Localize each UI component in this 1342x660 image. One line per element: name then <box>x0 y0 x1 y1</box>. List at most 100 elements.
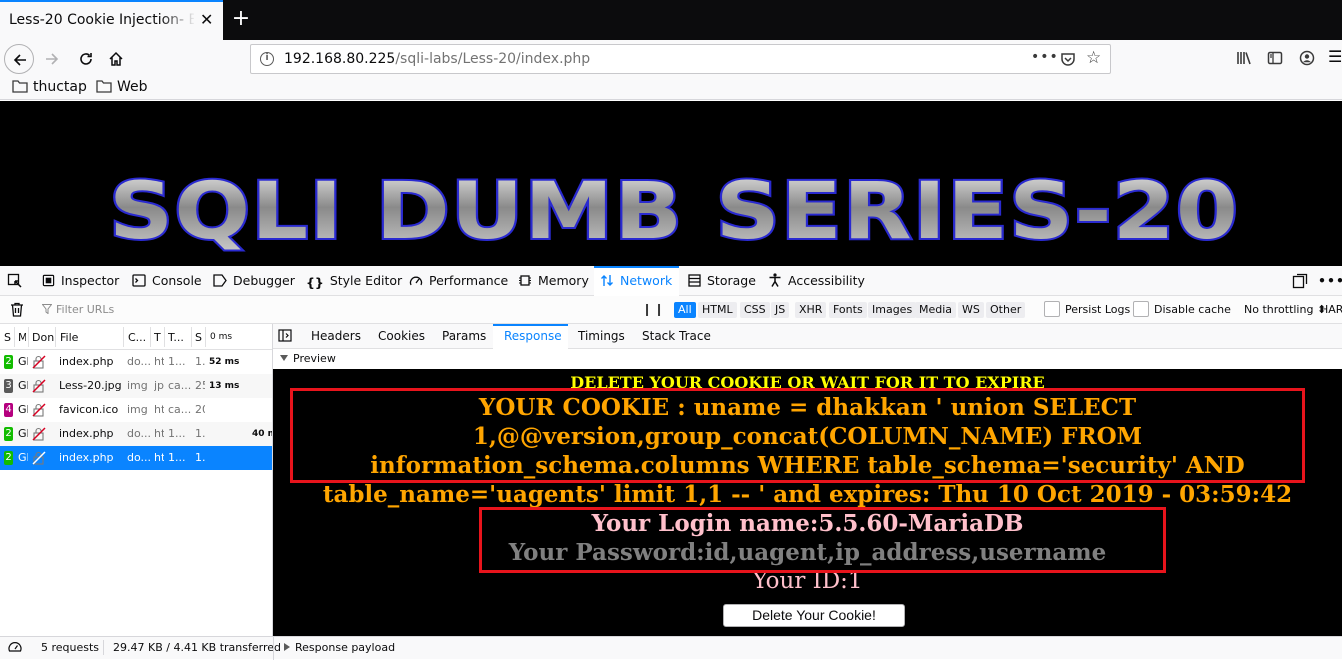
cell-type: ht <box>154 403 164 416</box>
insecure-connection-icon <box>32 427 46 441</box>
home-icon <box>109 51 123 66</box>
table-row[interactable]: 2 GI index.php do...ht 1... 1. 52 ms <box>0 350 272 374</box>
table-row[interactable]: 2 GI index.php do...ht 1... 1. <box>0 446 272 470</box>
tab-accessibility[interactable]: Accessibility <box>768 266 865 296</box>
details-tabs: Headers Cookies Params Response Timings … <box>273 324 1342 349</box>
column-waterfall[interactable]: 0 ms <box>210 332 232 342</box>
braces-icon: {} <box>306 275 324 290</box>
column-domain[interactable]: Don <box>32 331 54 344</box>
column-method[interactable]: M <box>18 331 26 344</box>
checkbox-box[interactable] <box>1133 301 1149 317</box>
tab-style-editor[interactable]: {} Style Editor <box>306 266 402 296</box>
pause-icon[interactable]: ❙❙ <box>642 302 666 316</box>
filter-media[interactable]: Media <box>915 302 957 318</box>
bookmark-folder-web[interactable]: Web <box>96 79 148 95</box>
tab-console[interactable]: Console <box>132 266 202 296</box>
filter-fonts[interactable]: Fonts <box>829 302 867 318</box>
column-divider <box>28 327 29 347</box>
filter-images[interactable]: Images <box>868 302 917 318</box>
response-preview: DELETE YOUR COOKIE OR WAIT FOR IT TO EXP… <box>273 369 1342 636</box>
sidebar-icon[interactable] <box>1267 50 1283 66</box>
transferred-summary: 29.47 KB / 4.41 KB transferred <box>113 641 281 654</box>
tab-stack-trace[interactable]: Stack Trace <box>642 324 711 349</box>
tab-timings[interactable]: Timings <box>578 324 625 349</box>
tab-params[interactable]: Params <box>442 324 486 349</box>
filter-css[interactable]: CSS <box>740 302 770 318</box>
cell-file: index.php <box>59 355 114 368</box>
tab-network[interactable]: Network <box>594 266 679 296</box>
disable-cache-checkbox[interactable]: Disable cache <box>1133 301 1231 317</box>
throttling-select[interactable]: No throttling ⬍ <box>1244 303 1326 316</box>
tab-storage[interactable]: Storage <box>688 266 756 296</box>
table-row[interactable]: 2 GI index.php do...ht 1... 1. 40 m <box>0 422 272 446</box>
table-row[interactable]: 3 GI Less-20.jpg imgjp ca... 25 13 ms <box>0 374 272 398</box>
reload-icon <box>80 53 92 65</box>
tab-label: Performance <box>429 273 509 288</box>
url-bar[interactable]: i 192.168.80.225/sqli-labs/Less-20/index… <box>250 44 1111 74</box>
page-actions-icon[interactable]: ••• <box>1031 49 1059 65</box>
cell-cause: do... <box>127 451 151 464</box>
filter-urls-input[interactable]: Filter URLs <box>41 303 114 316</box>
bookmark-label: thuctap <box>33 79 87 95</box>
forward-button[interactable] <box>37 44 67 74</box>
toggle-sidebar-icon[interactable] <box>278 324 292 349</box>
tab-performance[interactable]: Performance <box>409 266 508 296</box>
site-info-icon[interactable]: i <box>260 52 274 66</box>
checkbox-box[interactable] <box>1044 301 1060 317</box>
persist-logs-checkbox[interactable]: Persist Logs <box>1044 301 1130 317</box>
cell-cause: do... <box>127 355 151 368</box>
tab-response[interactable]: Response <box>493 324 568 349</box>
pocket-icon[interactable] <box>1060 51 1076 70</box>
column-transferred[interactable]: T... <box>168 331 184 344</box>
delete-cookie-button[interactable]: Delete Your Cookie! <box>723 604 905 627</box>
tab-headers[interactable]: Headers <box>311 324 361 349</box>
table-row[interactable]: 4 GI favicon.ico imght ca... 20 <box>0 398 272 422</box>
tab-cookies[interactable]: Cookies <box>378 324 425 349</box>
library-icon[interactable] <box>1236 50 1252 66</box>
cell-type: ht <box>154 427 164 440</box>
browser-tab[interactable]: Less-20 Cookie Injection- Err ✕ <box>0 0 223 40</box>
har-menu[interactable]: HAR <box>1320 303 1342 316</box>
waterfall-timing: 40 m <box>252 429 272 439</box>
column-type[interactable]: T <box>154 331 161 344</box>
response-payload-toggle[interactable]: Response payload <box>283 641 395 654</box>
tab-debugger[interactable]: Debugger <box>213 266 295 296</box>
filter-all[interactable]: All <box>674 302 696 318</box>
home-button[interactable] <box>101 44 131 74</box>
tab-inspector[interactable]: Inspector <box>42 266 119 296</box>
request-list-header: S M Don File C... T T... S 0 ms <box>0 324 272 350</box>
tab-label: Inspector <box>61 273 120 288</box>
account-icon[interactable] <box>1299 50 1315 66</box>
url-text[interactable]: 192.168.80.225/sqli-labs/Less-20/index.p… <box>284 51 590 67</box>
menu-icon[interactable]: ☰ <box>1328 49 1342 65</box>
close-tab-icon[interactable]: ✕ <box>200 12 216 28</box>
column-size[interactable]: S <box>195 331 202 344</box>
filter-other[interactable]: Other <box>986 302 1026 318</box>
column-status[interactable]: S <box>4 331 11 344</box>
tab-strip: Less-20 Cookie Injection- Err ✕ + <box>0 0 1342 40</box>
bookmark-star-icon[interactable]: ☆ <box>1086 48 1101 68</box>
bookmark-folder-thuctap[interactable]: thuctap <box>12 79 87 95</box>
more-options-icon[interactable]: ••• <box>1318 266 1342 296</box>
clear-trash-icon[interactable] <box>10 302 24 320</box>
tab-memory[interactable]: Memory <box>518 266 589 296</box>
new-tab-icon[interactable]: + <box>230 8 252 30</box>
column-cause[interactable]: C... <box>128 331 146 344</box>
filter-funnel-icon <box>41 304 53 315</box>
filter-ws[interactable]: WS <box>958 302 984 318</box>
element-picker-icon[interactable] <box>7 266 23 296</box>
cell-transferred: ca... <box>168 379 191 392</box>
expand-triangle-icon <box>284 643 290 651</box>
reload-button[interactable] <box>71 44 101 74</box>
dock-options-icon[interactable] <box>1292 266 1308 296</box>
highlight-box-credentials <box>479 507 1166 573</box>
filter-xhr[interactable]: XHR <box>795 302 827 318</box>
filter-js[interactable]: JS <box>771 302 790 318</box>
filter-html[interactable]: HTML <box>698 302 737 318</box>
cell-type: jp <box>154 379 164 392</box>
back-button[interactable] <box>4 44 34 74</box>
preview-section-header[interactable]: Preview <box>273 349 1342 369</box>
folder-icon <box>12 80 28 93</box>
performance-clock-icon[interactable] <box>8 640 22 657</box>
column-file[interactable]: File <box>60 331 78 344</box>
